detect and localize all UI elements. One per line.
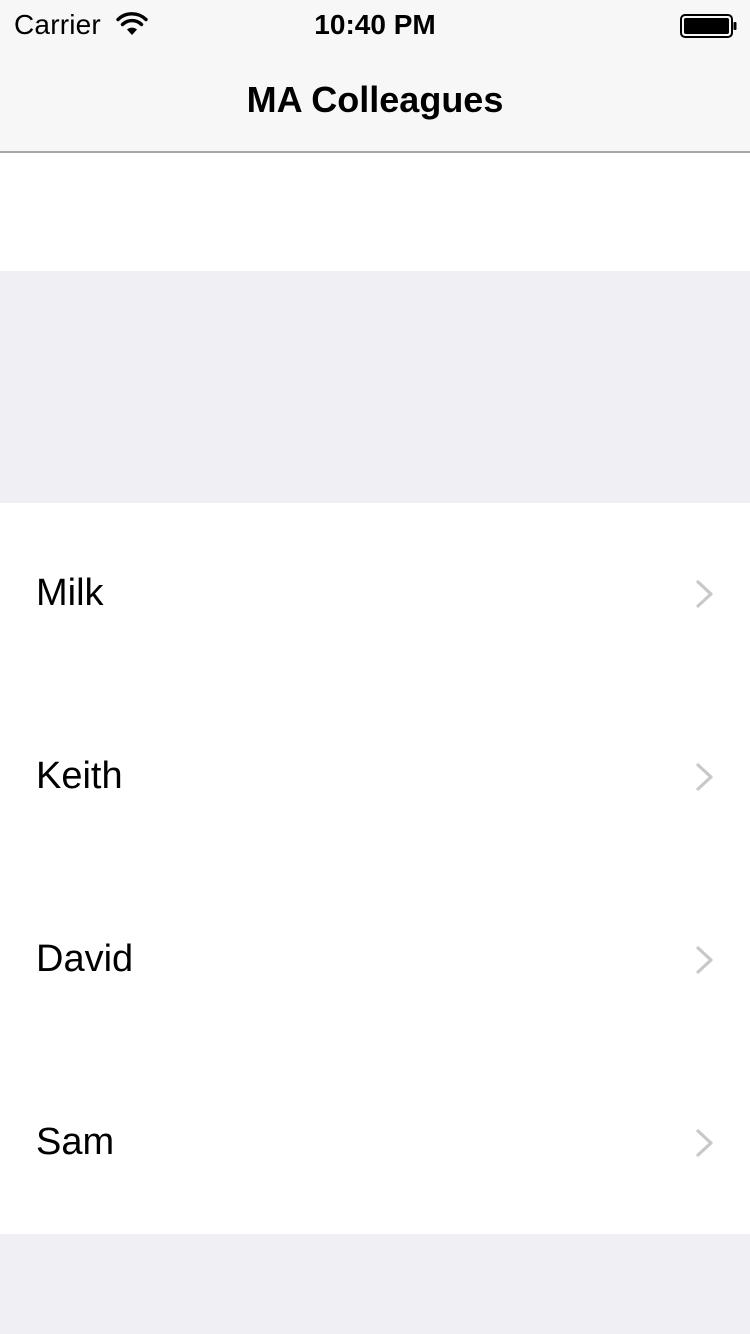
page-title: MA Colleagues [246, 79, 504, 120]
status-time: 10:40 PM [314, 9, 436, 40]
chevron-right-icon [696, 763, 713, 791]
section-footer [0, 1234, 750, 1334]
chevron-right-icon [696, 580, 713, 608]
colleague-name: David [36, 938, 134, 980]
colleague-list: Milk Keith David Sam [0, 503, 750, 1234]
colleague-name: Milk [36, 572, 104, 614]
table-header [0, 153, 750, 271]
colleague-row-sam[interactable]: Sam [0, 1052, 750, 1234]
chevron-right-icon [696, 1129, 713, 1157]
section-spacer [0, 271, 750, 503]
navigation-bar: Carrier 10:40 PM MA Colleagues [0, 0, 750, 153]
status-bar: Carrier 10:40 PM [0, 0, 750, 50]
app-screen: Carrier 10:40 PM MA Colleagues Milk Keit… [0, 0, 750, 1334]
colleague-name: Keith [36, 755, 123, 797]
battery-icon [680, 14, 737, 38]
colleague-row-milk[interactable]: Milk [0, 503, 750, 685]
colleague-row-keith[interactable]: Keith [0, 686, 750, 868]
colleague-name: Sam [36, 1121, 115, 1163]
chevron-right-icon [696, 946, 713, 974]
colleague-row-david[interactable]: David [0, 869, 750, 1051]
